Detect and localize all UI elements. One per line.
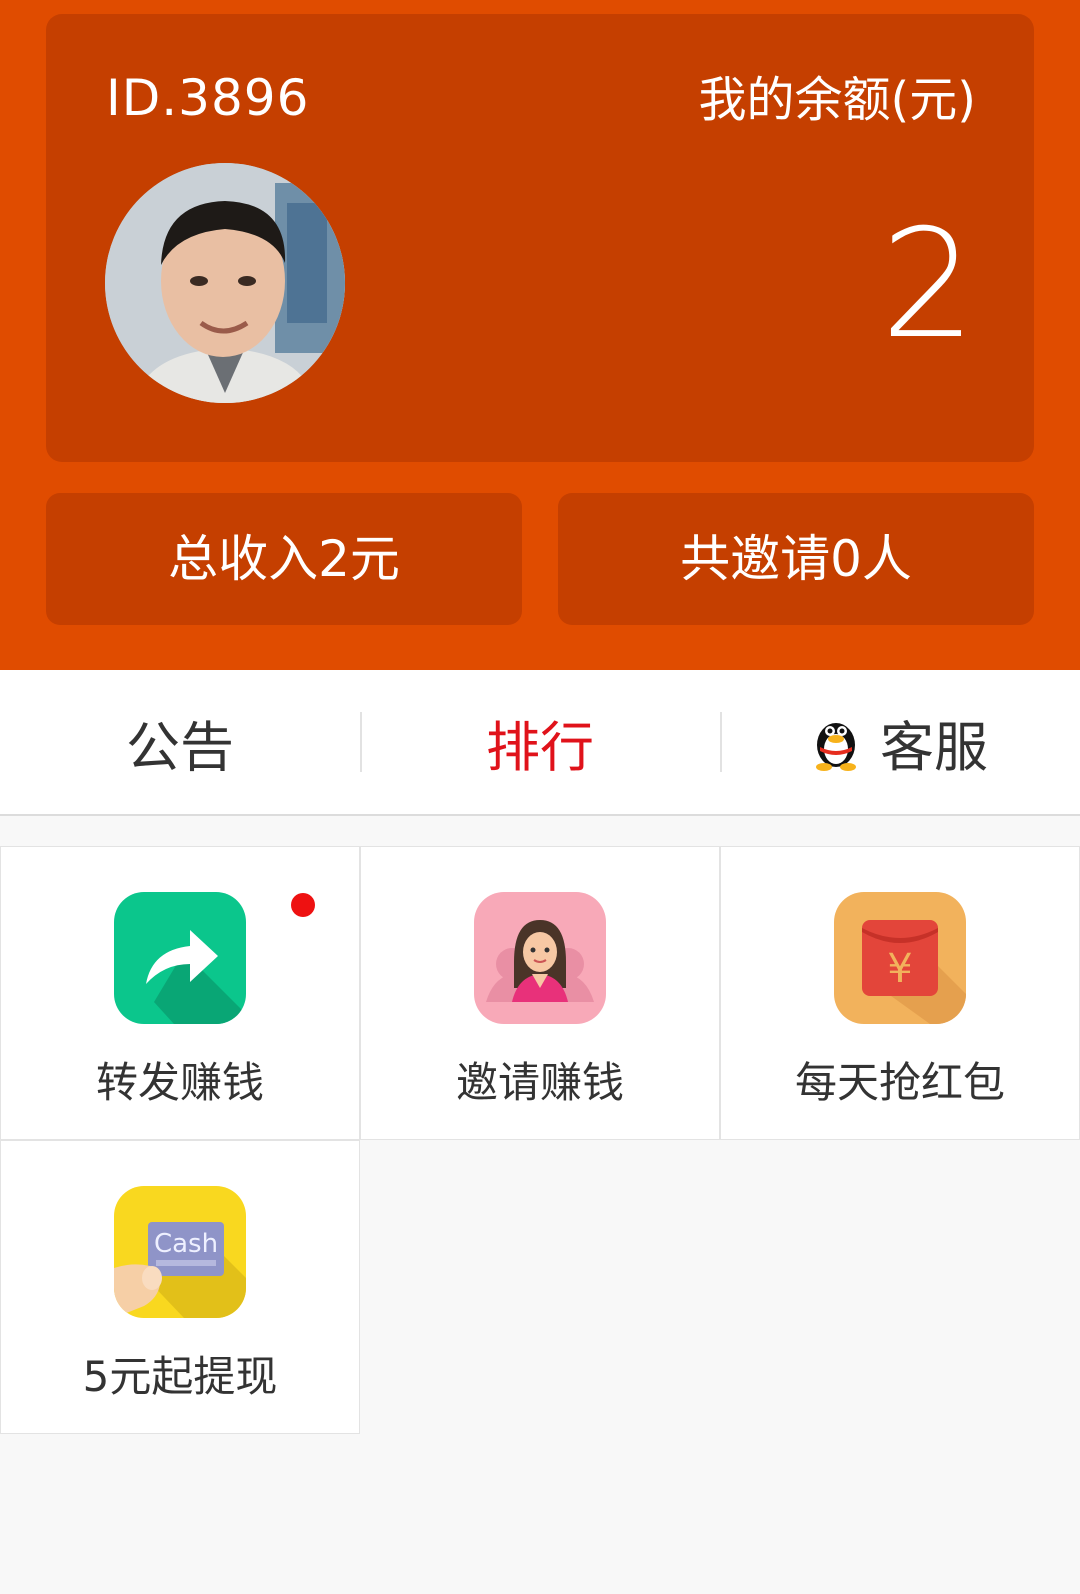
grid-item-label: 5元起提现	[82, 1352, 278, 1401]
invite-person-icon	[474, 892, 606, 1024]
invited-count-button[interactable]: 共邀请0人	[558, 493, 1034, 625]
tab-ranking[interactable]: 排行	[360, 670, 720, 814]
notification-dot	[291, 893, 315, 917]
grid-item-label: 转发赚钱	[95, 1058, 264, 1107]
grid-item-red-envelope[interactable]: ¥ 每天抢红包	[720, 846, 1080, 1140]
svg-text:¥: ¥	[887, 946, 912, 992]
share-forward-icon	[114, 892, 246, 1024]
cash-card-icon: Cash	[114, 1186, 246, 1318]
total-income-button[interactable]: 总收入2元	[46, 493, 522, 625]
tab-announcement[interactable]: 公告	[0, 670, 360, 814]
tab-customer-service[interactable]: 客服	[720, 670, 1080, 814]
tab-ranking-label: 排行	[486, 715, 594, 779]
header-panel: ID.3896 我的余额(元) 2 总收入2元 共邀请0人	[0, 0, 1080, 670]
avatar[interactable]	[105, 163, 345, 403]
grid-item-share-earn[interactable]: 转发赚钱	[0, 846, 360, 1140]
grid-item-withdraw[interactable]: Cash 5元起提现	[0, 1140, 360, 1434]
tab-bar: 公告 排行 客服	[0, 670, 1080, 816]
balance-label: 我的余额(元)	[698, 72, 976, 128]
user-id-text: ID.3896	[106, 69, 310, 127]
red-envelope-icon: ¥	[834, 892, 966, 1024]
grid-item-label: 邀请赚钱	[455, 1058, 624, 1107]
cash-text: Cash	[154, 1229, 218, 1259]
qq-penguin-icon	[816, 723, 856, 771]
tab-announcement-label: 公告	[126, 715, 234, 779]
tab-customer-service-label: 客服	[880, 715, 988, 779]
balance-value: 2	[880, 198, 976, 372]
grid-item-label: 每天抢红包	[794, 1058, 1005, 1107]
grid-item-invite-earn[interactable]: 邀请赚钱	[360, 846, 720, 1140]
avatar-photo	[105, 163, 345, 403]
user-id: ID.3896	[106, 66, 309, 130]
